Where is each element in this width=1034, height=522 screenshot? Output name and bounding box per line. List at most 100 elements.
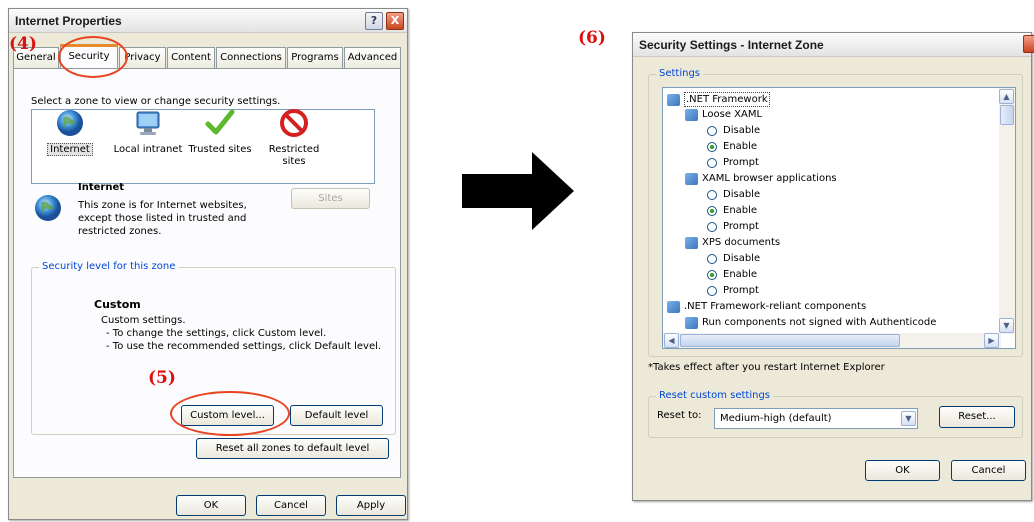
scroll-thumb[interactable] [680, 334, 900, 347]
custom-level-highlight [170, 391, 290, 436]
tree-node-label: .NET Framework [684, 92, 770, 107]
chevron-down-icon[interactable]: ▼ [901, 411, 916, 426]
settings-node-icon [685, 172, 698, 185]
cancel-button[interactable]: Cancel [951, 460, 1026, 481]
radio-button[interactable] [707, 221, 717, 232]
radio-label: Prompt [723, 221, 759, 232]
zone-restricted-sites[interactable]: Restricted sites [260, 104, 328, 168]
reset-to-select[interactable]: Medium-high (default) ▼ [714, 408, 918, 429]
tab-programs[interactable]: Programs [287, 47, 343, 68]
tree-node-label: .NET Framework-reliant components [684, 301, 867, 312]
scroll-up-button[interactable]: ▲ [999, 89, 1014, 104]
zone-local-intranet[interactable]: Local intranet [108, 104, 188, 156]
radio-button[interactable] [707, 253, 717, 264]
settings-tree: .NET Framework Loose XAML Disable Enable Pro… [662, 87, 1016, 349]
radio-button[interactable] [707, 285, 717, 296]
radio-option[interactable]: Disable [707, 188, 760, 201]
radio-label: Prompt [723, 285, 759, 296]
scroll-right-button[interactable]: ▶ [984, 333, 999, 348]
level-line-1: Custom settings. [101, 315, 186, 326]
group-label: Settings [656, 68, 704, 80]
zone-title: Internet [78, 182, 125, 193]
zone-label: Restricted sites [268, 144, 320, 167]
globe-icon [35, 195, 61, 221]
group-label: Security level for this zone [39, 261, 179, 273]
radio-label: Prompt [723, 157, 759, 168]
step-4-callout: (4) [9, 34, 37, 54]
step-5-callout: (5) [148, 368, 176, 388]
radio-option[interactable]: Disable [707, 124, 760, 137]
zone-description: This zone is for Internet websites, exce… [78, 200, 247, 237]
tree-node[interactable]: XAML browser applications [685, 172, 837, 185]
tree-node[interactable]: Run components not signed with Authentic… [685, 316, 936, 329]
radio-button[interactable] [707, 141, 717, 152]
horizontal-scrollbar[interactable]: ◀ ▶ [663, 333, 1001, 348]
apply-button[interactable]: Apply [336, 495, 406, 516]
reset-button[interactable]: Reset... [939, 406, 1015, 428]
radio-option[interactable]: Prompt [707, 156, 759, 169]
close-button[interactable]: X [386, 12, 404, 30]
radio-option[interactable]: Prompt [707, 284, 759, 297]
scroll-thumb[interactable] [1000, 105, 1014, 125]
reset-all-zones-button[interactable]: Reset all zones to default level [196, 438, 389, 459]
sites-button[interactable]: Sites [291, 188, 370, 209]
vertical-scrollbar[interactable]: ▲ ▼ [999, 88, 1015, 334]
zone-label: Trusted sites [188, 144, 252, 155]
tab-connections[interactable]: Connections [216, 47, 286, 68]
reset-to-label: Reset to: [657, 410, 702, 421]
settings-node-icon [685, 236, 698, 249]
zone-trusted-sites[interactable]: Trusted sites [186, 104, 254, 156]
checkmark-icon [205, 109, 235, 135]
prohibited-icon [280, 109, 308, 137]
radio-label: Enable [723, 269, 758, 280]
radio-button[interactable] [707, 125, 717, 136]
group-label: Reset custom settings [656, 390, 773, 402]
radio-option[interactable]: Disable [707, 252, 760, 265]
radio-label: Disable [723, 253, 761, 264]
globe-icon [57, 110, 83, 136]
tree-node[interactable]: .NET Framework [667, 92, 770, 107]
tab-advanced[interactable]: Advanced [344, 47, 401, 68]
restart-note: *Takes effect after you restart Internet… [648, 362, 885, 373]
arrow-right-icon [462, 152, 574, 230]
close-button[interactable] [1023, 35, 1034, 53]
radio-option[interactable]: Enable [707, 204, 757, 217]
tree-node[interactable]: .NET Framework-reliant components [667, 300, 866, 313]
window-title: Security Settings - Internet Zone [639, 38, 824, 52]
title-bar: Internet Properties ? X [9, 9, 407, 33]
settings-node-icon [685, 108, 698, 121]
title-bar: Security Settings - Internet Zone [633, 33, 1031, 57]
radio-option[interactable]: Enable [707, 140, 757, 153]
ok-button[interactable]: OK [176, 495, 246, 516]
monitor-globe-icon [136, 111, 160, 135]
radio-button[interactable] [707, 269, 717, 280]
tree-node[interactable]: Loose XAML [685, 108, 762, 121]
radio-button[interactable] [707, 189, 717, 200]
radio-option[interactable]: Enable [707, 268, 757, 281]
radio-button[interactable] [707, 205, 717, 216]
tree-node-label: Loose XAML [702, 109, 763, 120]
select-value: Medium-high (default) [720, 413, 832, 424]
tree-node[interactable]: XPS documents [685, 236, 780, 249]
level-line-3: - To use the recommended settings, click… [106, 341, 382, 352]
help-button[interactable]: ? [365, 12, 383, 30]
radio-button[interactable] [707, 157, 717, 168]
security-tab-highlight [58, 36, 128, 78]
tab-content[interactable]: Content [167, 47, 215, 68]
zone-internet[interactable]: Internet [36, 104, 104, 156]
settings-node-icon [667, 300, 680, 313]
zone-label: Internet [47, 143, 93, 156]
scroll-left-button[interactable]: ◀ [664, 333, 679, 348]
scroll-down-button[interactable]: ▼ [999, 318, 1014, 333]
tree-node-label: XAML browser applications [702, 173, 837, 184]
radio-label: Disable [723, 125, 761, 136]
cancel-button[interactable]: Cancel [256, 495, 326, 516]
default-level-button[interactable]: Default level [290, 405, 383, 426]
radio-option[interactable]: Prompt [707, 220, 759, 233]
tree-content: .NET Framework Loose XAML Disable Enable Pro… [663, 88, 1001, 334]
ok-button[interactable]: OK [865, 460, 940, 481]
radio-label: Disable [723, 189, 761, 200]
radio-label: Enable [723, 141, 758, 152]
tree-node-label: Run components not signed with Authentic… [702, 317, 937, 328]
step-6-callout: (6) [578, 28, 606, 48]
